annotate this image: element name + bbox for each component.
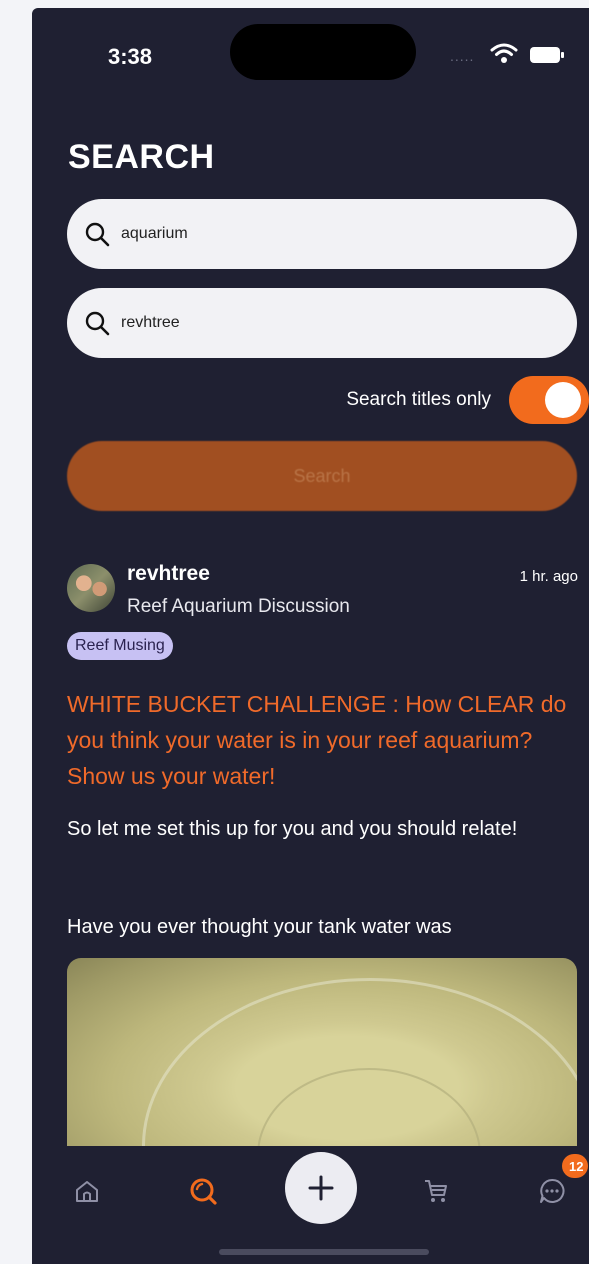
- status-time: 3:38: [108, 44, 153, 69]
- search-user-input[interactable]: [119, 313, 543, 333]
- home-icon: [76, 1181, 98, 1202]
- tab-bar: 12: [32, 1146, 589, 1264]
- tab-home[interactable]: [70, 1174, 104, 1208]
- tab-chat[interactable]: [535, 1174, 569, 1208]
- home-indicator: [219, 1249, 429, 1255]
- search-user-field[interactable]: [67, 288, 577, 358]
- avatar[interactable]: [67, 564, 115, 612]
- titles-only-label: Search titles only: [346, 389, 491, 410]
- post-title[interactable]: WHITE BUCKET CHALLENGE : How CLEAR do yo…: [67, 686, 582, 794]
- titles-only-toggle[interactable]: [509, 376, 589, 424]
- search-query-input[interactable]: [119, 224, 543, 244]
- chat-icon: [540, 1178, 565, 1203]
- tab-cart[interactable]: [419, 1174, 453, 1208]
- post-body-text: So let me set this up for you and you sh…: [67, 818, 518, 840]
- post-body-text: Have you ever thought your tank water wa…: [67, 916, 452, 938]
- phone-screen: 3:38 ..... SEARCH Search titles only: [32, 8, 589, 1264]
- page-title: SEARCH: [68, 138, 215, 176]
- toggle-knob: [545, 382, 581, 418]
- search-icon: [190, 1178, 217, 1205]
- wifi-icon: [490, 42, 518, 69]
- post-username[interactable]: revhtree: [127, 562, 210, 586]
- dynamic-island: [230, 24, 416, 80]
- add-post-button[interactable]: [285, 1152, 357, 1224]
- post-image[interactable]: [67, 958, 577, 1158]
- cart-icon: [425, 1180, 447, 1202]
- search-query-field[interactable]: [67, 199, 577, 269]
- tab-search[interactable]: [186, 1174, 220, 1208]
- search-icon: [85, 311, 110, 336]
- search-icon: [85, 222, 110, 247]
- search-button[interactable]: Search: [67, 441, 577, 511]
- chat-badge: 12: [562, 1154, 588, 1178]
- post-tag[interactable]: Reef Musing: [67, 632, 173, 660]
- signal-icon: .....: [450, 48, 475, 64]
- titles-only-row: Search titles only: [346, 376, 589, 424]
- post-forum[interactable]: Reef Aquarium Discussion: [127, 596, 350, 618]
- battery-icon: [529, 46, 565, 69]
- post-timestamp: 1 hr. ago: [519, 568, 578, 585]
- plus-icon: [308, 1175, 334, 1201]
